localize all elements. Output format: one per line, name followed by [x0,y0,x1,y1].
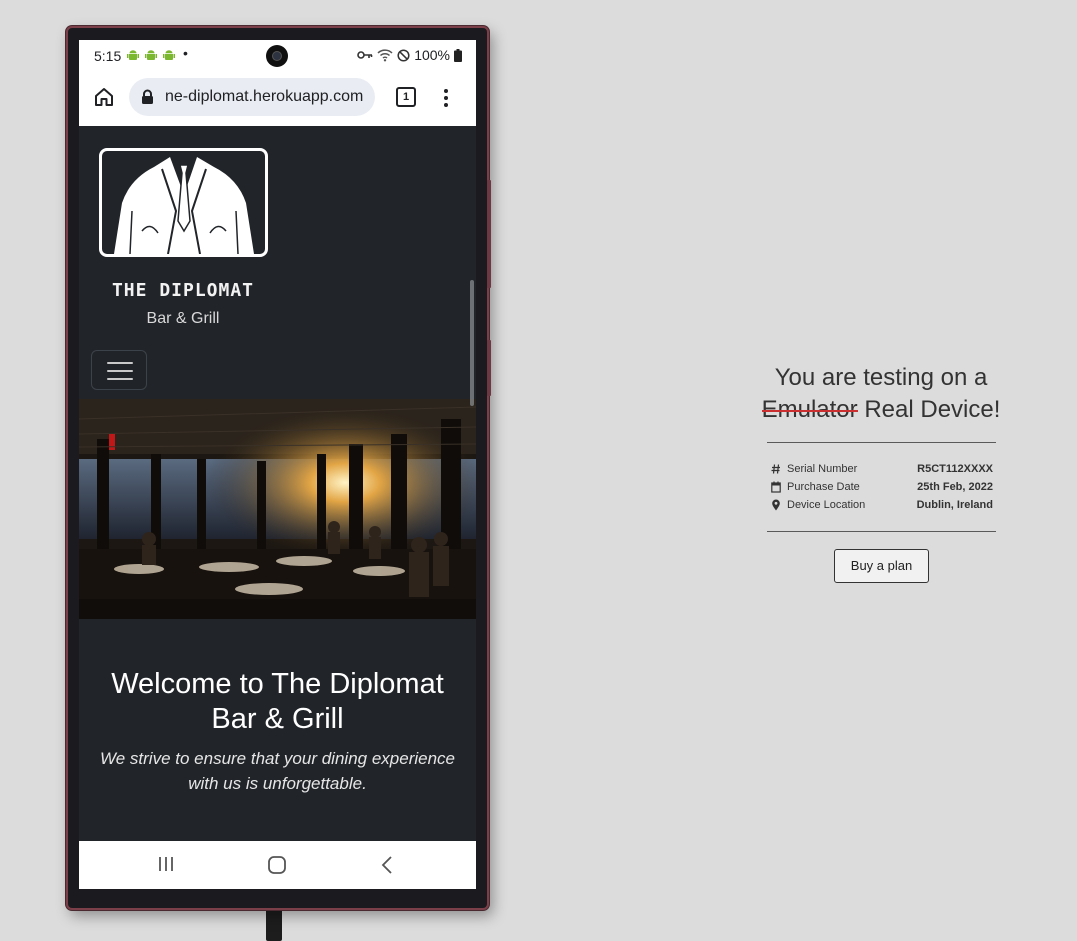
nav-toggle-button[interactable] [91,350,147,390]
website-page: THE DIPLOMAT Bar & Grill Welcome to The … [79,126,476,841]
buy-plan-button[interactable]: Buy a plan [834,549,929,583]
status-bar: 5:15 • 100% [79,40,476,72]
real-device-text: Real Device! [864,396,1001,423]
status-time: 5:15 [94,48,122,64]
android-icon [127,49,139,61]
suit-logo[interactable] [99,148,268,257]
android-icon [145,49,157,61]
location-label: Device Location [787,499,866,511]
notification-dot: • [183,45,188,61]
serial-value: R5CT112XXXX [917,463,993,475]
browser-toolbar: ne-diplomat.herokuapp.com 1 [79,72,476,126]
page-scrollbar[interactable] [470,280,474,406]
device-info-panel: You are testing on a Emulator Real Devic… [750,362,1012,583]
android-icon [163,49,175,61]
power-button [487,340,491,396]
status-indicators: 100% [357,47,462,63]
brand-title: THE DIPLOMAT [111,280,255,301]
divider [767,442,996,443]
lock-icon [141,89,154,110]
do-not-disturb-icon [397,48,410,62]
tab-switcher-button[interactable]: 1 [396,87,416,107]
phone-screen: 5:15 • 100% ne-diplomat.herokuapp.com 1 … [79,40,476,889]
home-icon[interactable] [92,85,116,109]
serial-label: Serial Number [787,463,858,475]
recent-apps-icon[interactable] [157,855,175,878]
panel-title-line1: You are testing on a [774,364,988,391]
purchase-date-value: 25th Feb, 2022 [917,481,993,493]
more-options-icon[interactable] [439,86,453,110]
location-value: Dublin, Ireland [916,499,993,511]
info-row-purchase-date: Purchase Date 25th Feb, 2022 [771,479,993,497]
hamburger-line [107,362,133,364]
divider [767,531,996,532]
key-icon [357,51,373,59]
home-nav-icon[interactable] [267,855,287,880]
purchase-date-label: Purchase Date [787,481,860,493]
front-camera [266,45,288,67]
info-row-location: Device Location Dublin, Ireland [771,497,993,515]
welcome-tagline: We strive to ensure that your dining exp… [100,749,455,793]
hash-icon [771,463,781,475]
android-nav-bar [79,841,476,889]
calendar-icon [771,481,781,493]
url-text: ne-diplomat.herokuapp.com [165,88,364,105]
volume-button [487,180,491,288]
hamburger-line [107,378,133,380]
battery-icon [454,48,462,62]
info-row-serial: Serial Number R5CT112XXXX [771,461,993,479]
hamburger-line [107,370,133,372]
panel-title: You are testing on a Emulator Real Devic… [750,362,1012,426]
address-bar[interactable]: ne-diplomat.herokuapp.com [129,78,375,116]
wifi-icon [377,49,393,62]
back-icon[interactable] [380,855,394,880]
battery-percent: 100% [414,47,450,63]
restaurant-hero-image [79,399,476,619]
brand-subtitle: Bar & Grill [146,310,220,327]
location-pin-icon [771,499,781,511]
struck-emulator-text: Emulator [761,396,858,423]
welcome-heading: Welcome to The Diplomat Bar & Grill [111,668,444,735]
